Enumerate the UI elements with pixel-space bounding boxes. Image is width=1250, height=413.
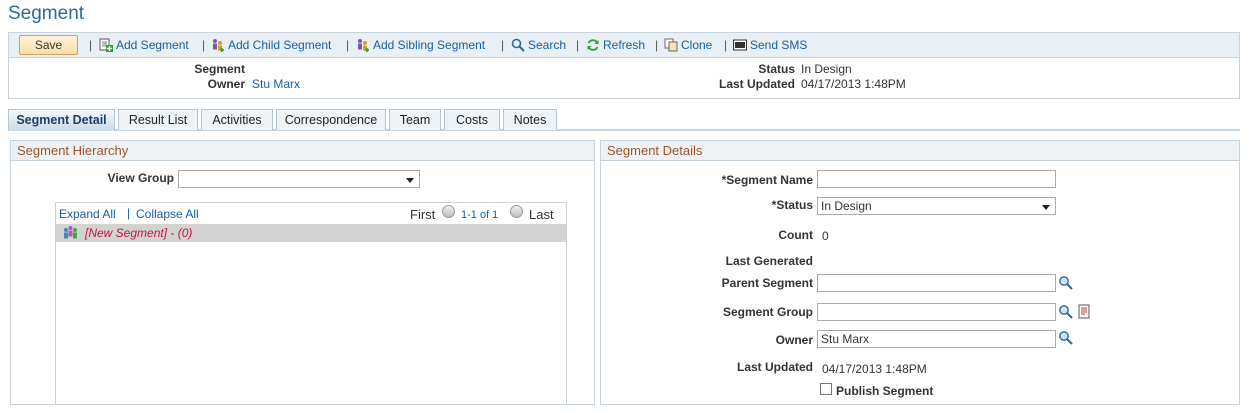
previous-icon[interactable] — [442, 205, 455, 218]
status-field-label: *Status — [771, 198, 813, 212]
publish-segment-checkbox[interactable] — [820, 383, 832, 395]
segment-group-input[interactable] — [817, 303, 1056, 321]
sms-icon — [733, 39, 747, 51]
segment-label: Segment — [194, 62, 245, 76]
last-label: Last — [529, 207, 554, 222]
lookup-icon[interactable] — [1058, 304, 1074, 320]
publish-segment-label: Publish Segment — [836, 384, 934, 398]
add-segment-icon — [99, 38, 113, 52]
parent-segment-label: Parent Segment — [721, 276, 813, 290]
toolbar-separator: | — [202, 38, 206, 52]
toolbar: Save | Add Segment | Add Child Segment |… — [8, 32, 1240, 58]
status-select[interactable]: In Design — [817, 197, 1056, 215]
first-label: First — [410, 207, 436, 222]
count-label: Count — [778, 228, 813, 242]
lookup-icon[interactable] — [1058, 330, 1074, 346]
view-group-label: View Group — [107, 171, 174, 185]
parent-segment-input[interactable] — [817, 274, 1056, 292]
chevron-down-icon — [1042, 205, 1050, 210]
expand-all-link[interactable]: Expand All — [59, 207, 116, 221]
segment-tree: Expand All | Collapse All First 1-1 of 1… — [55, 202, 567, 405]
people-add-icon — [213, 39, 224, 52]
owner-input[interactable] — [817, 330, 1056, 348]
people-group-icon — [64, 226, 77, 239]
status-label: Status — [758, 62, 795, 76]
last-updated-field-label: Last Updated — [736, 360, 813, 374]
tab-activities[interactable]: Activities — [201, 109, 273, 130]
tab-result-list[interactable]: Result List — [118, 109, 198, 130]
status-select-value: In Design — [821, 199, 872, 213]
segment-hierarchy-panel: Segment Hierarchy View Group Expand All … — [10, 140, 595, 405]
lookup-icon[interactable] — [1058, 275, 1074, 291]
add-segment-label: Add Segment — [116, 38, 189, 52]
collapse-all-link[interactable]: Collapse All — [136, 207, 199, 221]
send-sms-link[interactable]: Send SMS — [733, 38, 807, 52]
refresh-link[interactable]: Refresh — [586, 38, 645, 52]
owner-label: Owner — [207, 77, 245, 91]
add-sibling-segment-label: Add Sibling Segment — [373, 38, 486, 52]
segment-details-panel: Segment Details *Segment Name *Status In… — [600, 140, 1240, 405]
tab-costs[interactable]: Costs — [444, 109, 500, 130]
status-value: In Design — [801, 62, 852, 76]
add-segment-link[interactable]: Add Segment — [99, 38, 189, 52]
tab-segment-detail[interactable]: Segment Detail — [8, 109, 115, 131]
toolbar-separator: | — [655, 38, 659, 52]
refresh-label: Refresh — [603, 38, 646, 52]
tab-bar: Segment Detail Result List Activities Co… — [8, 109, 1240, 131]
tab-team[interactable]: Team — [389, 109, 441, 130]
tree-link-separator: | — [127, 206, 131, 220]
owner-value[interactable]: Stu Marx — [252, 77, 300, 91]
last-generated-label: Last Generated — [725, 254, 813, 268]
people-add-icon — [358, 39, 369, 52]
last-updated-value: 04/17/2013 1:48PM — [801, 77, 906, 91]
owner-field-label: Owner — [775, 333, 813, 347]
refresh-icon — [587, 39, 599, 51]
segment-details-title: Segment Details — [601, 141, 1239, 161]
segment-group-label: Segment Group — [722, 305, 813, 319]
segment-header: Segment Owner Stu Marx Status In Design … — [8, 58, 1240, 99]
tree-node-label[interactable]: [New Segment] - (0) — [85, 226, 192, 240]
segment-name-input[interactable] — [817, 170, 1056, 188]
segment-hierarchy-title: Segment Hierarchy — [11, 141, 594, 161]
search-label: Search — [528, 38, 567, 52]
range-text: 1-1 of 1 — [461, 209, 499, 221]
page-title: Segment — [8, 3, 85, 24]
tree-node-row[interactable]: [New Segment] - (0) — [56, 224, 566, 242]
toolbar-separator: | — [724, 38, 728, 52]
add-child-segment-link[interactable]: Add Child Segment — [211, 38, 331, 52]
count-value: 0 — [822, 229, 829, 243]
last-updated-label: Last Updated — [718, 77, 795, 91]
view-group-select[interactable] — [178, 170, 420, 188]
search-link[interactable]: Search — [511, 38, 566, 52]
clone-label: Clone — [681, 38, 713, 52]
toolbar-separator: | — [89, 38, 93, 52]
search-icon — [511, 38, 525, 52]
chevron-down-icon — [406, 178, 414, 183]
clone-link[interactable]: Clone — [664, 38, 712, 52]
toolbar-separator: | — [576, 38, 580, 52]
save-button[interactable]: Save — [19, 35, 78, 55]
detail-page-icon[interactable] — [1077, 304, 1093, 320]
last-updated-field-value: 04/17/2013 1:48PM — [822, 362, 927, 376]
toolbar-separator: | — [346, 38, 350, 52]
segment-name-label: *Segment Name — [721, 173, 813, 187]
add-sibling-segment-link[interactable]: Add Sibling Segment — [356, 38, 485, 52]
tab-notes[interactable]: Notes — [503, 109, 557, 130]
add-child-segment-label: Add Child Segment — [228, 38, 332, 52]
toolbar-separator: | — [501, 38, 505, 52]
tab-correspondence[interactable]: Correspondence — [276, 109, 386, 130]
clone-icon — [664, 38, 678, 52]
next-icon[interactable] — [510, 205, 523, 218]
send-sms-label: Send SMS — [750, 38, 808, 52]
